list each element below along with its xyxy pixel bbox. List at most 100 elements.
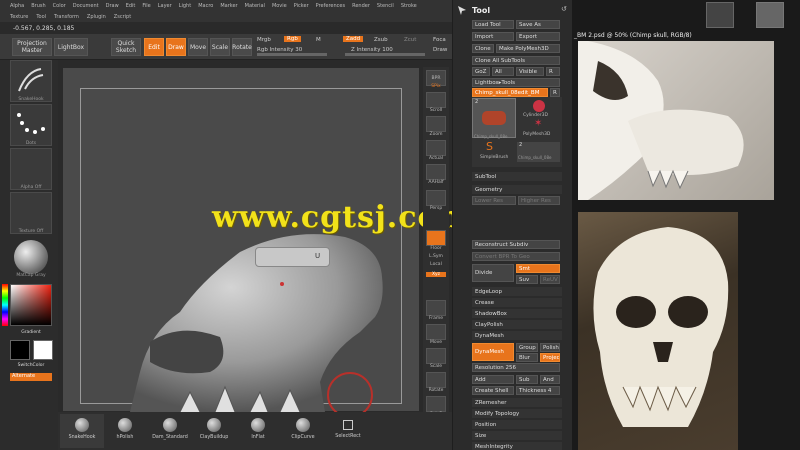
subtool-section[interactable]: SubTool — [472, 172, 562, 181]
floor-icon[interactable] — [426, 230, 446, 246]
menu-zscript[interactable]: Zscript — [114, 14, 131, 20]
switchcolor-label[interactable]: SwitchColor — [8, 363, 54, 368]
menu-edit[interactable]: Edit — [126, 3, 136, 9]
menu-movie[interactable]: Movie — [272, 3, 287, 9]
stroke-selector[interactable] — [10, 104, 52, 146]
position-section[interactable]: Position — [472, 420, 562, 429]
menu-alpha[interactable]: Alpha — [10, 3, 24, 9]
polish-toggle[interactable]: Polish — [540, 343, 560, 352]
menu-material[interactable]: Material — [245, 3, 265, 9]
xyz-button[interactable]: Xyz — [426, 272, 446, 277]
rgb-button[interactable]: Rgb — [284, 36, 301, 42]
hpolish-brush-button[interactable]: hPolish — [103, 414, 147, 448]
texture-selector[interactable] — [10, 192, 52, 234]
menu-macro[interactable]: Macro — [198, 3, 213, 9]
current-tool-slider[interactable]: Chimp_skull_08edit_BM — [472, 88, 548, 97]
chimp-tool-thumb-2[interactable]: 2 Chimp_skull_08e — [517, 142, 560, 162]
lsym-label[interactable]: L.Sym — [423, 254, 449, 259]
rgb-intensity-track[interactable] — [257, 53, 327, 56]
goz-button[interactable]: GoZ — [472, 67, 490, 76]
menu-light[interactable]: Light — [179, 3, 191, 9]
project-toggle[interactable]: Projec — [540, 353, 560, 362]
menu-stroke[interactable]: Stroke — [401, 3, 417, 9]
dynamesh-section[interactable]: DynaMesh — [472, 331, 562, 340]
smt-toggle[interactable]: Smt — [516, 264, 560, 273]
suv-toggle[interactable]: Suv — [516, 275, 538, 284]
reuv-button[interactable]: ReUV — [540, 275, 560, 284]
menu-document[interactable]: Document — [73, 3, 99, 9]
alpha-selector[interactable] — [10, 148, 52, 190]
clone-button[interactable]: Clone — [472, 44, 494, 53]
clone-all-subtools-button[interactable]: Clone All SubTools — [472, 56, 560, 65]
persp-icon[interactable] — [426, 190, 446, 206]
claypolish-section[interactable]: ClayPolish — [472, 320, 562, 329]
projection-master-button[interactable]: Projection Master — [12, 38, 52, 56]
move-icon[interactable] — [426, 324, 446, 340]
primary-color-swatch[interactable] — [10, 340, 30, 360]
actual-icon[interactable] — [426, 140, 446, 156]
draw-button[interactable]: Draw — [166, 38, 186, 56]
zcut-button[interactable]: Zcut — [404, 37, 416, 43]
edit-button[interactable]: Edit — [144, 38, 164, 56]
modify-topology-section[interactable]: Modify Topology — [472, 409, 562, 418]
lightbox-button[interactable]: LightBox — [54, 38, 88, 56]
menu-draw[interactable]: Draw — [106, 3, 119, 9]
visible-button[interactable]: Visible — [516, 67, 544, 76]
quick-sketch-button[interactable]: Quick Sketch — [111, 38, 141, 56]
lower-res-button[interactable]: Lower Res — [472, 196, 516, 205]
alternate-button[interactable]: Alternate — [10, 373, 52, 381]
zremesher-section[interactable]: ZRemesher — [472, 398, 562, 407]
zoom-icon[interactable] — [426, 116, 446, 132]
scale-button[interactable]: Scale — [210, 38, 230, 56]
menu-texture[interactable]: Texture — [10, 14, 28, 20]
menu-transform[interactable]: Transform — [54, 14, 79, 20]
inflat-brush-button[interactable]: InFlat — [236, 414, 280, 448]
menu-render[interactable]: Render — [352, 3, 370, 9]
convert-bpr-button[interactable]: Convert BPR To Geo — [472, 252, 560, 261]
claybuildup-brush-button[interactable]: ClayBuildup — [192, 414, 236, 448]
cylinder-thumb-icon[interactable] — [533, 100, 545, 112]
secondary-color-swatch[interactable] — [33, 340, 53, 360]
size-section[interactable]: Size — [472, 431, 562, 440]
lightbox-tools-button[interactable]: Lightbox▸Tools — [472, 78, 560, 87]
sub-button[interactable]: Sub — [516, 375, 538, 384]
menu-marker[interactable]: Marker — [220, 3, 237, 9]
import-button[interactable]: Import — [472, 32, 514, 41]
meshintegrity-section[interactable]: MeshIntegrity — [472, 442, 562, 450]
scale-icon[interactable] — [426, 348, 446, 364]
reference-thumb-1[interactable] — [706, 2, 734, 28]
simplebrush-icon[interactable]: S — [486, 140, 493, 153]
divide-button[interactable]: Divide — [472, 264, 514, 282]
scroll-icon[interactable] — [426, 92, 446, 108]
crease-section[interactable]: Crease — [472, 298, 562, 307]
menu-tool[interactable]: Tool — [36, 14, 46, 20]
zsub-button[interactable]: Zsub — [374, 37, 388, 43]
add-button[interactable]: Add — [472, 375, 514, 384]
resolution-slider[interactable]: Resolution 256 — [472, 363, 560, 372]
current-tool-r-button[interactable]: R — [550, 88, 560, 97]
chimp-tool-thumb[interactable]: 2 — [472, 98, 516, 138]
menu-preferences[interactable]: Preferences — [316, 3, 345, 9]
all-button[interactable]: All — [492, 67, 514, 76]
edgeloop-section[interactable]: EdgeLoop — [472, 287, 562, 296]
color-picker[interactable] — [10, 284, 52, 326]
refresh-icon[interactable]: ↺ — [561, 5, 567, 13]
local-label[interactable]: Local — [423, 262, 449, 267]
reference-thumb-2[interactable] — [756, 2, 784, 28]
hue-strip[interactable] — [2, 284, 8, 326]
menu-layer[interactable]: Layer — [158, 3, 172, 9]
menu-file[interactable]: File — [142, 3, 150, 9]
save-as-button[interactable]: Save As — [516, 20, 560, 29]
and-button[interactable]: And — [540, 375, 560, 384]
transpose-gizmo[interactable]: U — [255, 247, 330, 267]
reconstruct-subdiv-button[interactable]: Reconstruct Subdiv — [472, 240, 560, 249]
m-button[interactable]: M — [316, 37, 321, 43]
menu-brush[interactable]: Brush — [31, 3, 45, 9]
move-button[interactable]: Move — [188, 38, 208, 56]
draw-size-label[interactable]: Draw — [433, 47, 447, 53]
material-selector[interactable] — [10, 236, 52, 278]
focal-shift-label[interactable]: Foca — [433, 37, 446, 43]
menu-color[interactable]: Color — [53, 3, 66, 9]
make-polymesh-button[interactable]: Make PolyMesh3D — [496, 44, 560, 53]
higher-res-button[interactable]: Higher Res — [518, 196, 560, 205]
